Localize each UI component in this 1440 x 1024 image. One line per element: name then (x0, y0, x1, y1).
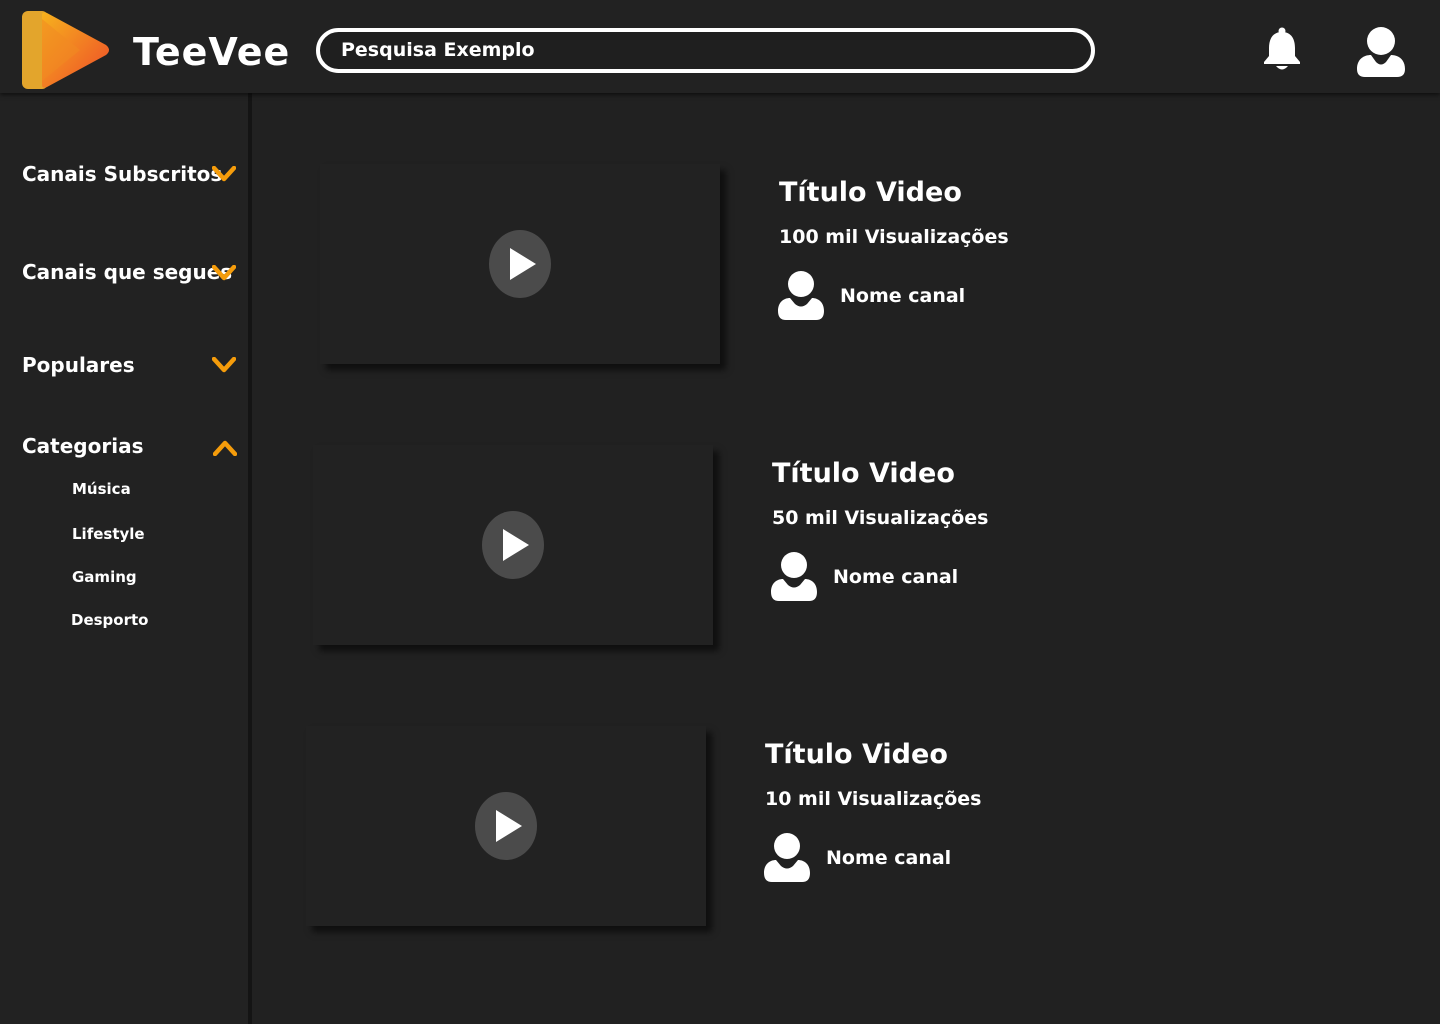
category-item-musica[interactable]: Música (72, 478, 131, 500)
app-name[interactable]: TeeVee (133, 28, 290, 76)
sidebar-item-populares[interactable]: Populares (22, 348, 242, 382)
video-thumbnail[interactable] (306, 726, 706, 926)
search-input[interactable]: Pesquisa Exemplo (316, 28, 1095, 73)
chevron-down-icon[interactable] (212, 357, 236, 373)
video-views: 50 mil Visualizações (772, 507, 989, 529)
sidebar-divider (248, 93, 252, 1024)
sidebar-item-categorias[interactable]: Categorias (22, 429, 242, 463)
top-bar: TeeVee Pesquisa Exemplo (0, 0, 1440, 93)
chevron-down-icon[interactable] (212, 166, 236, 182)
video-thumbnail[interactable] (320, 164, 720, 364)
category-item-gaming[interactable]: Gaming (72, 566, 137, 588)
video-thumbnail[interactable] (313, 445, 713, 645)
sidebar-item-canais-subscritos[interactable]: Canais Subscritos (22, 157, 242, 191)
channel-name[interactable]: Nome canal (826, 845, 951, 871)
play-icon[interactable] (474, 791, 538, 861)
video-title[interactable]: Título Video (772, 457, 955, 491)
category-item-lifestyle[interactable]: Lifestyle (72, 523, 145, 545)
sidebar-item-label: Canais que segues (22, 260, 233, 284)
channel-avatar-icon[interactable] (776, 269, 826, 321)
channel-name[interactable]: Nome canal (840, 283, 965, 309)
sidebar-item-label: Categorias (22, 434, 144, 458)
video-views: 100 mil Visualizações (779, 226, 1009, 248)
video-title[interactable]: Título Video (765, 738, 948, 772)
play-icon[interactable] (481, 510, 545, 580)
sidebar-item-label: Populares (22, 353, 135, 377)
channel-avatar-icon[interactable] (762, 831, 812, 883)
sidebar-item-label: Canais Subscritos (22, 162, 223, 186)
play-icon[interactable] (488, 229, 552, 299)
video-views: 10 mil Visualizações (765, 788, 982, 810)
channel-name[interactable]: Nome canal (833, 564, 958, 590)
teevee-logo-icon[interactable] (20, 9, 112, 91)
video-title[interactable]: Título Video (779, 176, 962, 210)
sidebar-item-canais-que-segues[interactable]: Canais que segues (22, 255, 242, 289)
search-input-value[interactable]: Pesquisa Exemplo (341, 32, 535, 69)
sidebar: Canais Subscritos Canais que segues Popu… (0, 93, 248, 1024)
user-profile-icon[interactable] (1354, 25, 1408, 79)
chevron-up-icon[interactable] (213, 440, 237, 456)
bell-icon[interactable] (1262, 26, 1302, 72)
category-item-desporto[interactable]: Desporto (71, 609, 148, 631)
channel-avatar-icon[interactable] (769, 550, 819, 602)
chevron-down-icon[interactable] (212, 265, 236, 281)
